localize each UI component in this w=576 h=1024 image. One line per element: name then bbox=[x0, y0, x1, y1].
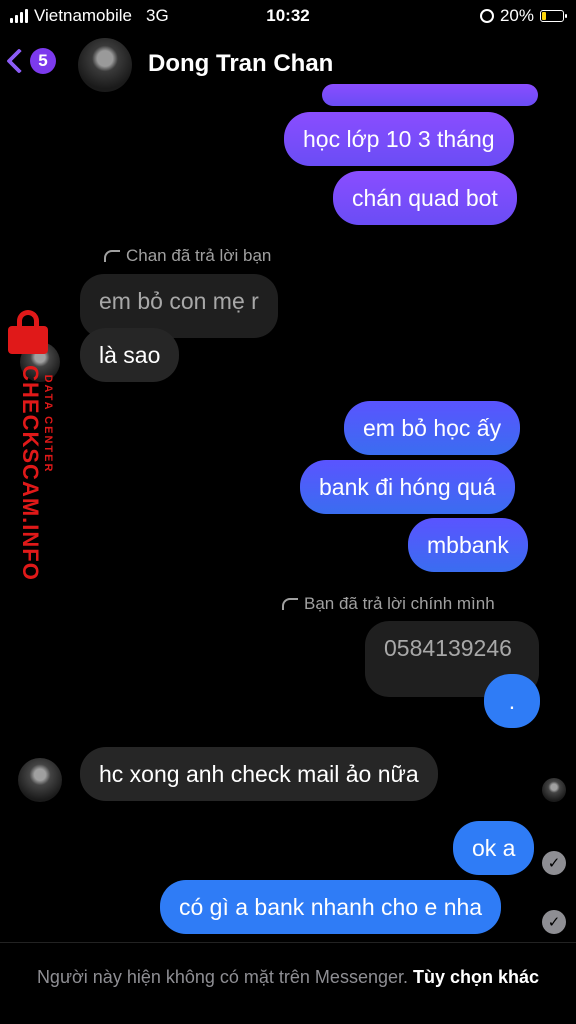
message-bubble-outgoing[interactable]: ok a bbox=[453, 821, 535, 875]
avatar[interactable] bbox=[78, 38, 132, 92]
message-bubble-outgoing[interactable]: bank đi hóng quá bbox=[300, 460, 515, 514]
reply-arrow-icon bbox=[104, 250, 120, 262]
delivered-check-icon: ✓ bbox=[542, 851, 566, 875]
rotation-lock-icon bbox=[479, 9, 494, 23]
watermark-text: CHECKSCAM.INFO bbox=[18, 365, 43, 581]
reply-hint-text: Chan đã trả lời bạn bbox=[126, 246, 272, 265]
message-bubble-outgoing[interactable]: học lớp 10 3 tháng bbox=[284, 112, 514, 166]
more-options-link[interactable]: Tùy chọn khác bbox=[413, 967, 539, 987]
chevron-left-icon bbox=[6, 48, 32, 74]
unavailable-notice: Người này hiện không có mặt trên Messeng… bbox=[0, 942, 576, 1024]
delivered-check-icon: ✓ bbox=[542, 910, 566, 934]
message-bubble-outgoing[interactable]: chán quad bot bbox=[333, 171, 517, 225]
message-bubble-incoming[interactable]: hc xong anh check mail ảo nữa bbox=[80, 747, 438, 801]
reply-hint: Bạn đã trả lời chính mình bbox=[282, 594, 495, 614]
battery-charging-icon bbox=[540, 10, 567, 22]
seen-avatar bbox=[542, 778, 566, 802]
notice-text: Người này hiện không có mặt trên Messeng… bbox=[36, 967, 408, 987]
unread-count-badge: 5 bbox=[30, 48, 56, 74]
reply-hint-text: Bạn đã trả lời chính mình bbox=[304, 594, 495, 613]
watermark: DATA CENTER CHECKSCAM.INFO bbox=[2, 310, 64, 600]
reply-arrow-icon bbox=[282, 598, 298, 610]
contact-name[interactable]: Dong Tran Chan bbox=[148, 50, 333, 78]
message-bubble-incoming[interactable]: là sao bbox=[80, 328, 180, 382]
avatar[interactable] bbox=[18, 758, 62, 802]
status-right: 20% bbox=[479, 6, 567, 26]
message-bubble-outgoing-partial[interactable] bbox=[322, 84, 538, 106]
message-bubble-outgoing[interactable]: mbbank bbox=[408, 518, 528, 572]
message-bubble-outgoing[interactable]: . bbox=[484, 674, 540, 728]
back-button[interactable]: 5 bbox=[6, 48, 56, 74]
status-bar: Vietnamobile 3G 10:32 20% bbox=[0, 0, 576, 34]
message-bubble-outgoing[interactable]: em bỏ học ấy bbox=[344, 401, 521, 455]
watermark-subtitle: DATA CENTER bbox=[42, 374, 54, 474]
message-bubble-outgoing[interactable]: có gì a bank nhanh cho e nha bbox=[160, 880, 502, 934]
reply-hint: Chan đã trả lời bạn bbox=[104, 246, 271, 266]
battery-percent: 20% bbox=[499, 6, 534, 25]
